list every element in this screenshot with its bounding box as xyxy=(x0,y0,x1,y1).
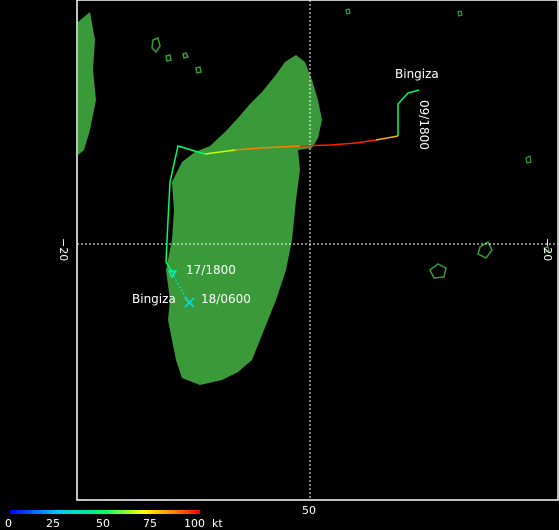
timestamp-end-label: 18/0600 xyxy=(201,292,251,306)
timestamp-start-label: 09/1800 xyxy=(417,100,431,150)
timestamp-mid-label: 17/1800 xyxy=(186,263,236,277)
wind-speed-colorbar xyxy=(10,510,200,514)
lat-label-left: −20 xyxy=(57,238,70,261)
lon-label-bottom: 50 xyxy=(302,504,316,517)
legend-tick-25: 25 xyxy=(46,517,60,530)
legend-unit: kt xyxy=(212,517,223,530)
storm-name-start-label: Bingiza xyxy=(395,67,439,81)
legend-tick-100: 100 xyxy=(184,517,205,530)
legend-tick-0: 0 xyxy=(5,517,12,530)
storm-name-end-label: Bingiza xyxy=(132,292,176,306)
legend-tick-75: 75 xyxy=(143,517,157,530)
cyclone-track-map: Bingiza 09/1800 17/1800 Bingiza 18/0600 … xyxy=(0,0,559,530)
lat-label-right: −20 xyxy=(541,238,554,261)
legend-tick-50: 50 xyxy=(96,517,110,530)
